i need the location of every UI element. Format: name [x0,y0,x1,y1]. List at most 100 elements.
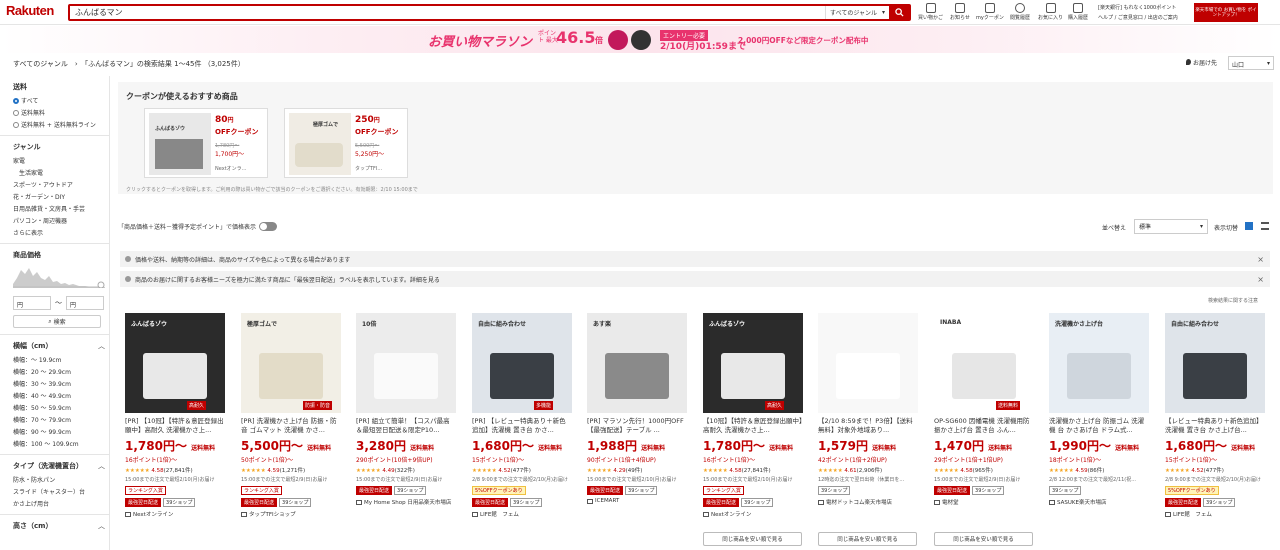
help-links[interactable]: ヘルプ / ご意見窓口 / 出店のご案内 [1098,14,1178,21]
search-button[interactable] [889,6,909,19]
prefecture-select[interactable]: 山口 ▾ [1228,56,1274,70]
shipping-option-all[interactable]: すべて [13,96,109,105]
product-card[interactable]: 極厚ゴムで 防振・防音 [PR] 洗濯機かさ上げ台 防振・防音 ゴムマット 洗濯機 … [241,313,341,518]
width-item[interactable]: 横幅：100 ～ 109.9cm [13,439,109,448]
rakuten-logo[interactable]: Rakuten [6,3,54,18]
product-image[interactable]: 自由に組み合わせ 多機能 [472,313,572,413]
coupon-card[interactable]: ふんばるゾウ 80円 OFFクーポン 1,780円～ 1,700円～ Nextオ… [144,108,268,178]
width-item[interactable]: 横幅：90 ～ 99.9cm [13,427,109,436]
search-input[interactable] [70,6,825,19]
product-image[interactable]: INABA 送料無料 [934,313,1034,413]
product-title[interactable]: 洗濯機かさ上げ台 防振ゴム 洗濯機 台 かさあげ台 ドラム式... [1049,417,1149,434]
shop-link[interactable]: 電材堂 [934,498,1034,506]
shop-link[interactable]: My Home Shop 日用品楽天市場店 [356,498,456,506]
width-filter-title[interactable]: 横幅（cm） ︿ [13,341,105,351]
shop-link[interactable]: ICEMART [587,498,687,504]
shop-link[interactable]: 電材ドットコム楽天市場店 [818,498,918,506]
product-image[interactable]: 洗濯機かさ上げ台 [1049,313,1149,413]
width-item[interactable]: 横幅：30 ～ 39.9cm [13,379,109,388]
height-filter-title[interactable]: 高さ（cm） ︿ [13,521,105,531]
product-rating[interactable]: ★★★★★ 4.58(27,841件) [703,466,803,474]
genre-show-more[interactable]: さらに表示 [13,228,109,237]
shop-link[interactable]: LIFE館 フェム [1165,510,1265,518]
genre-item[interactable]: 日用品雑貨・文房具・手芸 [13,204,109,213]
genre-item[interactable]: 生活家電 [19,168,109,177]
genre-item[interactable]: 家電 [13,156,109,165]
price-min-input[interactable]: 円 [13,296,51,310]
genre-item[interactable]: 花・ガーデン・DIY [13,192,109,201]
product-image[interactable]: 10倍 [356,313,456,413]
product-image[interactable]: 極厚ゴムで 防振・防音 [241,313,341,413]
price-search-button[interactable]: ⌕ 検索 [13,315,101,328]
close-icon[interactable]: × [1257,275,1264,284]
product-title[interactable]: 【10冠】【特許＆意匠登録出願中】高耐久 洗濯機かさ上... [703,417,803,434]
shop-link[interactable]: タップTFIショップ [241,510,341,518]
favorite-link[interactable]: お気に入り [1038,3,1063,21]
shop-link[interactable]: Nextオンライン [125,510,225,518]
close-icon[interactable]: × [1257,255,1264,264]
purchase-history-link[interactable]: 購入履歴 [1068,3,1088,21]
shop-link[interactable]: SASUKE楽天市場店 [1049,498,1149,506]
product-card[interactable]: 自由に組み合わせ 【レビュー特典あり＋新色追加】洗濯機 置き台 かさ上げ台... 1… [1165,313,1265,518]
history-link[interactable]: 閲覧履歴 [1010,3,1030,21]
product-card[interactable]: 【2/10 8:59まで！P3倍】【送料無料】対象外地域あり... 1,579円 … [818,313,918,506]
product-rating[interactable]: ★★★★★ 4.29(49件) [587,466,687,474]
type-item[interactable]: 防水・防水パン [13,475,109,484]
same-product-cheaper-button[interactable]: 同じ商品を安い順で見る [934,532,1033,546]
bank-promo-link[interactable]: [楽天銀行] もれなく1000ポイント [1098,4,1176,11]
price-toggle-switch[interactable] [259,222,278,231]
shop-link[interactable]: Nextオンライン [703,510,803,518]
product-title[interactable]: [PR] 組立て簡単！【コスパ最高＆最短翌日配送＆限定P10... [356,417,456,434]
width-item[interactable]: 横幅：～ 19.9cm [13,355,109,364]
product-image[interactable]: 自由に組み合わせ [1165,313,1265,413]
product-card[interactable]: ふんばるゾウ 高耐久 [PR] 【10冠】【特許＆意匠登録出願中】高耐久 洗濯機かさ… [125,313,225,518]
product-title[interactable]: 【レビュー特典あり＋新色追加】洗濯機 置き台 かさ上げ台... [1165,417,1265,434]
genre-item[interactable]: スポーツ・アウトドア [13,180,109,189]
list-view-icon[interactable] [1261,222,1269,230]
product-title[interactable]: [PR] 洗濯機かさ上げ台 防振・防音 ゴムマット 洗濯機 かさ... [241,417,341,434]
product-image[interactable]: あす楽 [587,313,687,413]
product-card[interactable]: ふんばるゾウ 高耐久 【10冠】【特許＆意匠登録出願中】高耐久 洗濯機かさ上... 1… [703,313,803,518]
product-card[interactable]: あす楽 [PR] マラソン先行！1000円OFF【最強配送】テーブル ... 1,9… [587,313,687,504]
product-rating[interactable]: ★★★★★ 4.61(2,906件) [818,466,918,474]
width-item[interactable]: 横幅：70 ～ 79.9cm [13,415,109,424]
product-rating[interactable]: ★★★★★ 4.58(965件) [934,466,1034,474]
sort-select[interactable]: 標準 ▾ [1134,219,1208,234]
product-title[interactable]: [PR] マラソン先行！1000円OFF【最強配送】テーブル ... [587,417,687,434]
shipping-option-freeline[interactable]: 送料無料 + 送料無料ライン [13,120,109,129]
product-title[interactable]: [PR] 【レビュー特典あり＋新色追加】洗濯機 置き台 かさ... [472,417,572,434]
genre-select[interactable]: すべてのジャンル ▾ [825,6,889,19]
coupon-link[interactable]: myクーポン [976,3,1004,21]
product-image[interactable] [818,313,918,413]
genre-item[interactable]: パソコン・周辺機器 [13,216,109,225]
product-card[interactable]: 自由に組み合わせ 多機能 [PR] 【レビュー特典あり＋新色追加】洗濯機 置き台 か… [472,313,572,518]
grid-view-icon[interactable] [1245,222,1253,230]
type-item[interactable]: かさ上げ用台 [13,499,109,508]
shipping-option-free[interactable]: 送料無料 [13,108,109,117]
product-card[interactable]: INABA 送料無料 OP-SG600 因幡電機 洗濯機用防振かさ上げ台 置き台 ふ… [934,313,1034,506]
product-rating[interactable]: ★★★★★ 4.49(322件) [356,466,456,474]
product-image[interactable]: ふんばるゾウ 高耐久 [125,313,225,413]
cart-link[interactable]: 買い物かご [918,3,943,21]
width-item[interactable]: 横幅：20 ～ 29.9cm [13,367,109,376]
product-rating[interactable]: ★★★★★ 4.58(27,841件) [125,466,225,474]
product-rating[interactable]: ★★★★★ 4.59(86件) [1049,466,1149,474]
product-title[interactable]: 【2/10 8:59まで！P3倍】【送料無料】対象外地域あり... [818,417,918,434]
same-product-cheaper-button[interactable]: 同じ商品を安い順で見る [818,532,917,546]
product-card[interactable]: 洗濯機かさ上げ台洗濯機かさ上げ台 防振ゴム 洗濯機 台 かさあげ台 ドラム式..… [1049,313,1149,506]
marathon-banner[interactable]: お買い物マラソン ポイント 最大 46.5 倍 エントリー必要 2/10(月)0… [0,26,1280,53]
width-item[interactable]: 横幅：40 ～ 49.9cm [13,391,109,400]
price-max-input[interactable]: 円 [66,296,104,310]
product-rating[interactable]: ★★★★★ 4.52(477件) [472,466,572,474]
product-image[interactable]: ふんばるゾウ 高耐久 [703,313,803,413]
product-title[interactable]: OP-SG600 因幡電機 洗濯機用防振かさ上げ台 置き台 ふん... [934,417,1034,434]
same-product-cheaper-button[interactable]: 同じ商品を安い順で見る [703,532,802,546]
type-item[interactable]: スライド（キャスター）台 [13,487,109,496]
product-title[interactable]: [PR] 【10冠】【特許＆意匠登録出願中】高耐久 洗濯機かさ上... [125,417,225,434]
product-rating[interactable]: ★★★★★ 4.52(477件) [1165,466,1265,474]
shop-link[interactable]: LIFE館 フェム [472,510,572,518]
related-note-link[interactable]: 検索結果に関する注意 [1208,297,1258,304]
product-card[interactable]: 10倍 [PR] 組立て簡単！【コスパ最高＆最短翌日配送＆限定P10... 3,28… [356,313,456,506]
coupon-card[interactable]: 極厚ゴムで 250円 OFFクーポン 5,500円～ 5,250円～ タップTF… [284,108,408,178]
width-item[interactable]: 横幅：50 ～ 59.9cm [13,403,109,412]
